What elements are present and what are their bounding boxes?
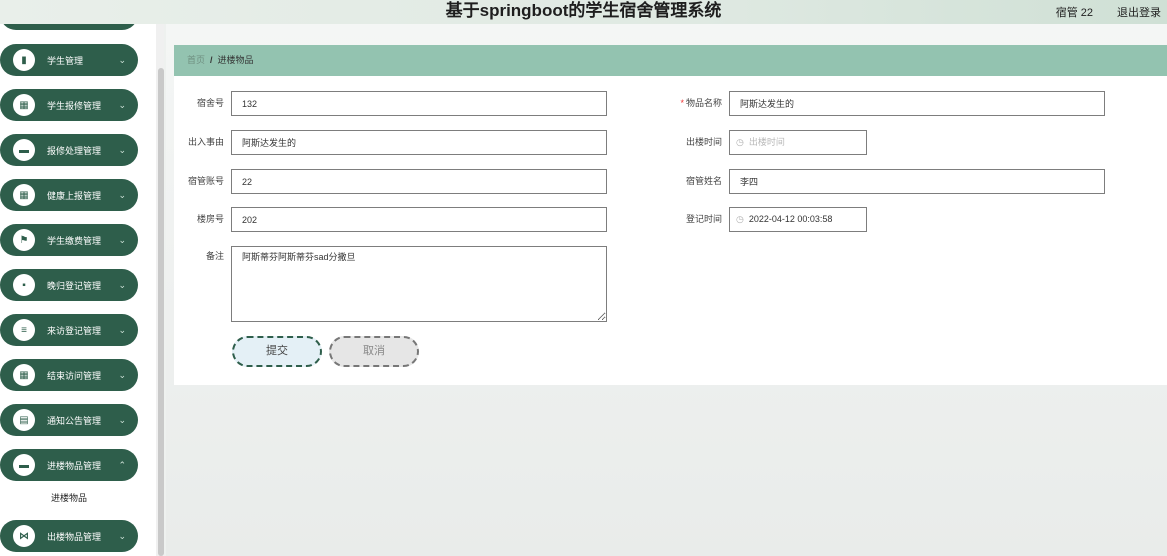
chevron-down-icon: ⌄ (118, 144, 126, 155)
reason-input[interactable] (231, 130, 607, 155)
sidebar-item-label: 报修处理管理 (47, 145, 102, 156)
list-icon: ≡ (13, 319, 35, 341)
chevron-down-icon: ⌄ (118, 234, 126, 245)
sidebar-item-notice[interactable]: ▤ 通知公告管理 ⌄ (0, 404, 138, 436)
sidebar-item-label: 晚归登记管理 (47, 280, 102, 291)
sidebar-item-partial[interactable] (0, 24, 138, 30)
monitor-icon: ▬ (13, 454, 35, 476)
reason-label: 出入事由 (187, 137, 224, 147)
sidebar-item-health-report[interactable]: ▦ 健康上报管理 ⌄ (0, 179, 138, 211)
message-icon: ▪ (13, 274, 35, 296)
sidebar-item-visit-end[interactable]: ▦ 结束访问管理 ⌄ (0, 359, 138, 391)
building-no-input[interactable] (231, 207, 607, 232)
sidebar-item-label: 结束访问管理 (47, 370, 102, 381)
sidebar-item-label: 进楼物品管理 (47, 460, 102, 471)
grid-icon: ▦ (13, 364, 35, 386)
breadcrumb-home[interactable]: 首页 (187, 55, 205, 65)
bar-chart-icon: ▮ (13, 49, 35, 71)
grid-icon: ▦ (13, 184, 35, 206)
sidebar-item-items-in[interactable]: ▬ 进楼物品管理 ⌃ (0, 449, 138, 481)
sidebar-item-label: 学生管理 (47, 55, 84, 66)
sidebar-item-items-out[interactable]: ⋈ 出楼物品管理 ⌄ (0, 520, 138, 552)
chevron-down-icon: ⌄ (118, 99, 126, 110)
top-header: 基于springboot的学生宿舍管理系统 宿管 22 退出登录 (0, 0, 1167, 24)
exit-time-picker[interactable]: ◷ 出楼时间 (729, 130, 867, 155)
remark-textarea[interactable]: 阿斯蒂芬阿斯蒂芬sad分撒旦 (231, 246, 607, 322)
grid-icon: ▦ (13, 94, 35, 116)
submit-button[interactable]: 提交 (232, 336, 322, 367)
breadcrumb-separator: / (210, 55, 213, 65)
briefcase-icon: ▬ (13, 139, 35, 161)
item-name-label: * 物品名称 (662, 91, 722, 116)
app-title: 基于springboot的学生宿舍管理系统 (445, 1, 722, 20)
breadcrumb-current: 进楼物品 (217, 55, 254, 65)
clock-icon: ◷ (736, 137, 744, 147)
manager-name-input[interactable] (729, 169, 1105, 194)
manager-name-label: 宿管姓名 (685, 176, 722, 186)
clock-icon: ◷ (736, 214, 744, 224)
sidebar-item-repair-request[interactable]: ▦ 学生报修管理 ⌄ (0, 89, 138, 121)
chevron-down-icon: ⌄ (118, 54, 126, 65)
register-time-value: 2022-04-12 00:03:58 (748, 214, 833, 224)
dorm-no-label: 宿舍号 (196, 98, 224, 108)
sidebar-item-label: 学生报修管理 (47, 100, 102, 111)
sidebar-item-label: 来访登记管理 (47, 325, 102, 336)
document-icon: ▤ (13, 409, 35, 431)
sidebar-item-label: 通知公告管理 (47, 415, 102, 426)
dorm-no-input[interactable] (231, 91, 607, 116)
chevron-down-icon: ⌄ (118, 530, 126, 541)
sidebar-item-label: 健康上报管理 (47, 190, 102, 201)
sidebar: ▮ 学生管理 ⌄ ▦ 学生报修管理 ⌄ ▬ 报修处理管理 ⌄ ▦ 健康上报管理 … (0, 24, 156, 556)
remark-label: 备注 (205, 251, 224, 261)
sidebar-item-repair-handling[interactable]: ▬ 报修处理管理 ⌄ (0, 134, 138, 166)
flag-icon: ⚑ (13, 229, 35, 251)
manager-account-label: 宿管账号 (187, 176, 224, 186)
chevron-up-icon: ⌃ (118, 459, 126, 470)
sidebar-item-label: 出楼物品管理 (47, 531, 102, 542)
chevron-down-icon: ⌄ (118, 279, 126, 290)
item-name-label-text: 物品名称 (685, 98, 722, 108)
cancel-button[interactable]: 取消 (329, 336, 419, 367)
sidebar-item-visitor-register[interactable]: ≡ 来访登记管理 ⌄ (0, 314, 138, 346)
exit-time-label: 出楼时间 (685, 137, 722, 147)
chevron-down-icon: ⌄ (118, 189, 126, 200)
sidebar-item-late-return[interactable]: ▪ 晚归登记管理 ⌄ (0, 269, 138, 301)
bookmark-icon: ⋈ (13, 525, 35, 547)
chevron-down-icon: ⌄ (118, 324, 126, 335)
sidebar-item-fee-payment[interactable]: ⚑ 学生缴费管理 ⌄ (0, 224, 138, 256)
register-time-picker[interactable]: ◷ 2022-04-12 00:03:58 (729, 207, 867, 232)
current-user: 宿管 22 (1055, 7, 1093, 19)
logout-link[interactable]: 退出登录 (1117, 4, 1161, 20)
chevron-down-icon: ⌄ (118, 414, 126, 425)
exit-time-placeholder: 出楼时间 (748, 137, 785, 147)
sidebar-item-label: 学生缴费管理 (47, 235, 102, 246)
required-mark: * (680, 98, 684, 108)
sidebar-item-student-management[interactable]: ▮ 学生管理 ⌄ (0, 44, 138, 76)
chevron-down-icon: ⌄ (118, 369, 126, 380)
register-time-label: 登记时间 (685, 214, 722, 224)
breadcrumb: 首页 / 进楼物品 (174, 45, 1167, 76)
submenu-item-items-in[interactable]: 进楼物品 (0, 487, 138, 509)
building-no-label: 楼房号 (196, 214, 224, 224)
item-name-input[interactable] (729, 91, 1105, 116)
manager-account-input[interactable] (231, 169, 607, 194)
